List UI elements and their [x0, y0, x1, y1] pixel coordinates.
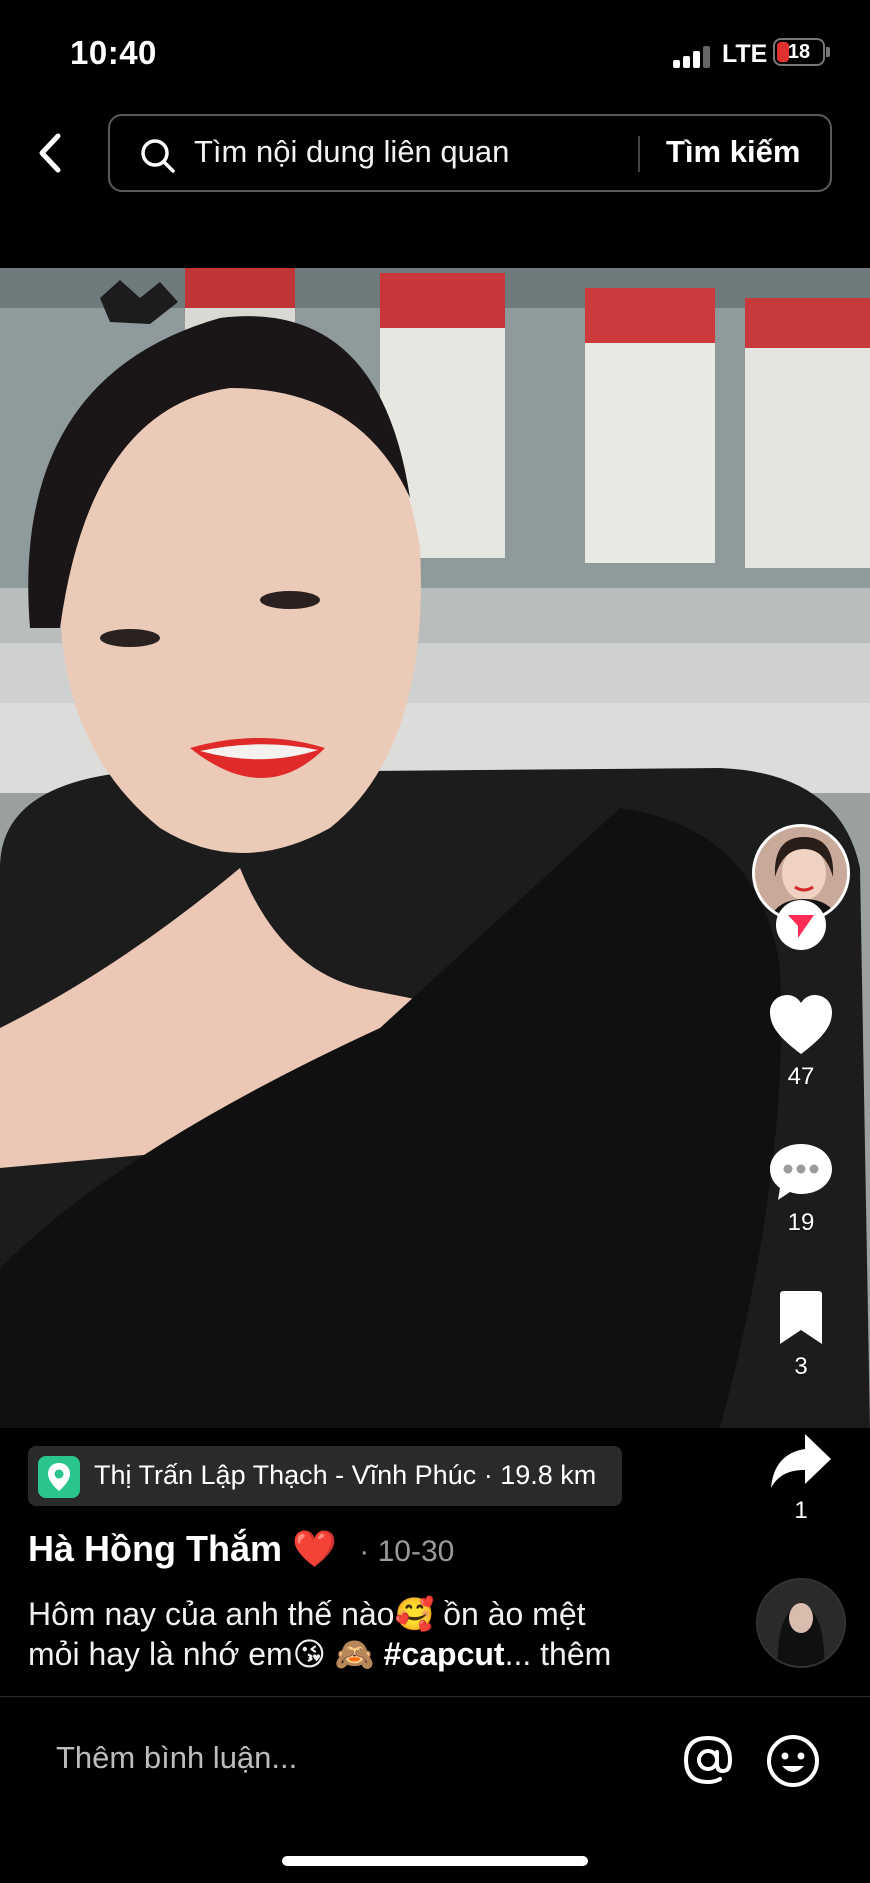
music-cover-image [758, 1580, 844, 1666]
network-type: LTE [722, 40, 768, 68]
caption-line-1: Hôm nay của anh thế nào🥰 ồn ào mệt [28, 1596, 586, 1632]
share-count: 1 [794, 1497, 808, 1524]
search-bar[interactable]: Tìm nội dung liên quan Tìm kiếm [108, 114, 832, 192]
map-pin-icon [38, 1456, 80, 1498]
share-button[interactable]: 1 [756, 1432, 846, 1525]
comment-input[interactable]: Thêm bình luận... [56, 1740, 297, 1776]
home-indicator[interactable] [282, 1856, 588, 1866]
save-count: 3 [794, 1353, 808, 1380]
search-input[interactable]: Tìm nội dung liên quan [194, 134, 509, 170]
location-text: Thị Trấn Lập Thạch - Vĩnh Phúc · 19.8 km [94, 1460, 597, 1490]
hashtag-link[interactable]: #capcut [384, 1636, 505, 1672]
location-chip[interactable]: Thị Trấn Lập Thạch - Vĩnh Phúc · 19.8 km [28, 1446, 622, 1506]
comment-bubble-icon [770, 1144, 832, 1200]
follow-button[interactable] [776, 900, 826, 950]
status-time: 10:40 [70, 34, 157, 71]
heart-icon [770, 995, 832, 1054]
caption-more-button[interactable]: ... thêm [505, 1636, 612, 1672]
author-name[interactable]: Hà Hồng Thắm ❤️ [28, 1528, 337, 1569]
mention-icon[interactable] [682, 1734, 734, 1786]
comment-divider [0, 1696, 870, 1697]
cellular-signal-icon [673, 44, 713, 68]
search-icon [141, 139, 175, 173]
post-date: · 10-30 [359, 1535, 455, 1568]
search-button[interactable]: Tìm kiếm [666, 134, 800, 170]
battery-level: 18 [787, 41, 811, 63]
video-frame [0, 268, 870, 1428]
battery-tip [826, 47, 830, 57]
share-arrow-icon [771, 1434, 831, 1488]
battery-icon: 18 [773, 38, 825, 66]
back-button[interactable] [30, 128, 70, 178]
comment-button[interactable]: 19 [756, 1142, 846, 1237]
post-caption: Hôm nay của anh thế nào🥰 ồn ào mệt mỏi h… [28, 1594, 668, 1674]
bookmark-icon [780, 1291, 822, 1344]
chevron-left-icon [39, 133, 61, 173]
save-button[interactable]: 3 [756, 1290, 846, 1381]
comment-count: 19 [787, 1209, 815, 1236]
emoji-icon[interactable] [766, 1734, 820, 1788]
music-disc[interactable] [756, 1578, 846, 1668]
author-row: Hà Hồng Thắm ❤️ · 10-30 [28, 1528, 454, 1570]
follow-arrow-icon [788, 915, 814, 938]
like-button[interactable]: 47 [756, 994, 846, 1091]
search-divider [638, 136, 640, 172]
caption-line-2: mỏi hay là nhớ em😘 🙈 #capcut... thêm [28, 1634, 668, 1674]
video-player[interactable] [0, 268, 870, 1428]
caption-text: mỏi hay là nhớ em😘 🙈 [28, 1636, 384, 1672]
like-count: 47 [787, 1063, 815, 1090]
